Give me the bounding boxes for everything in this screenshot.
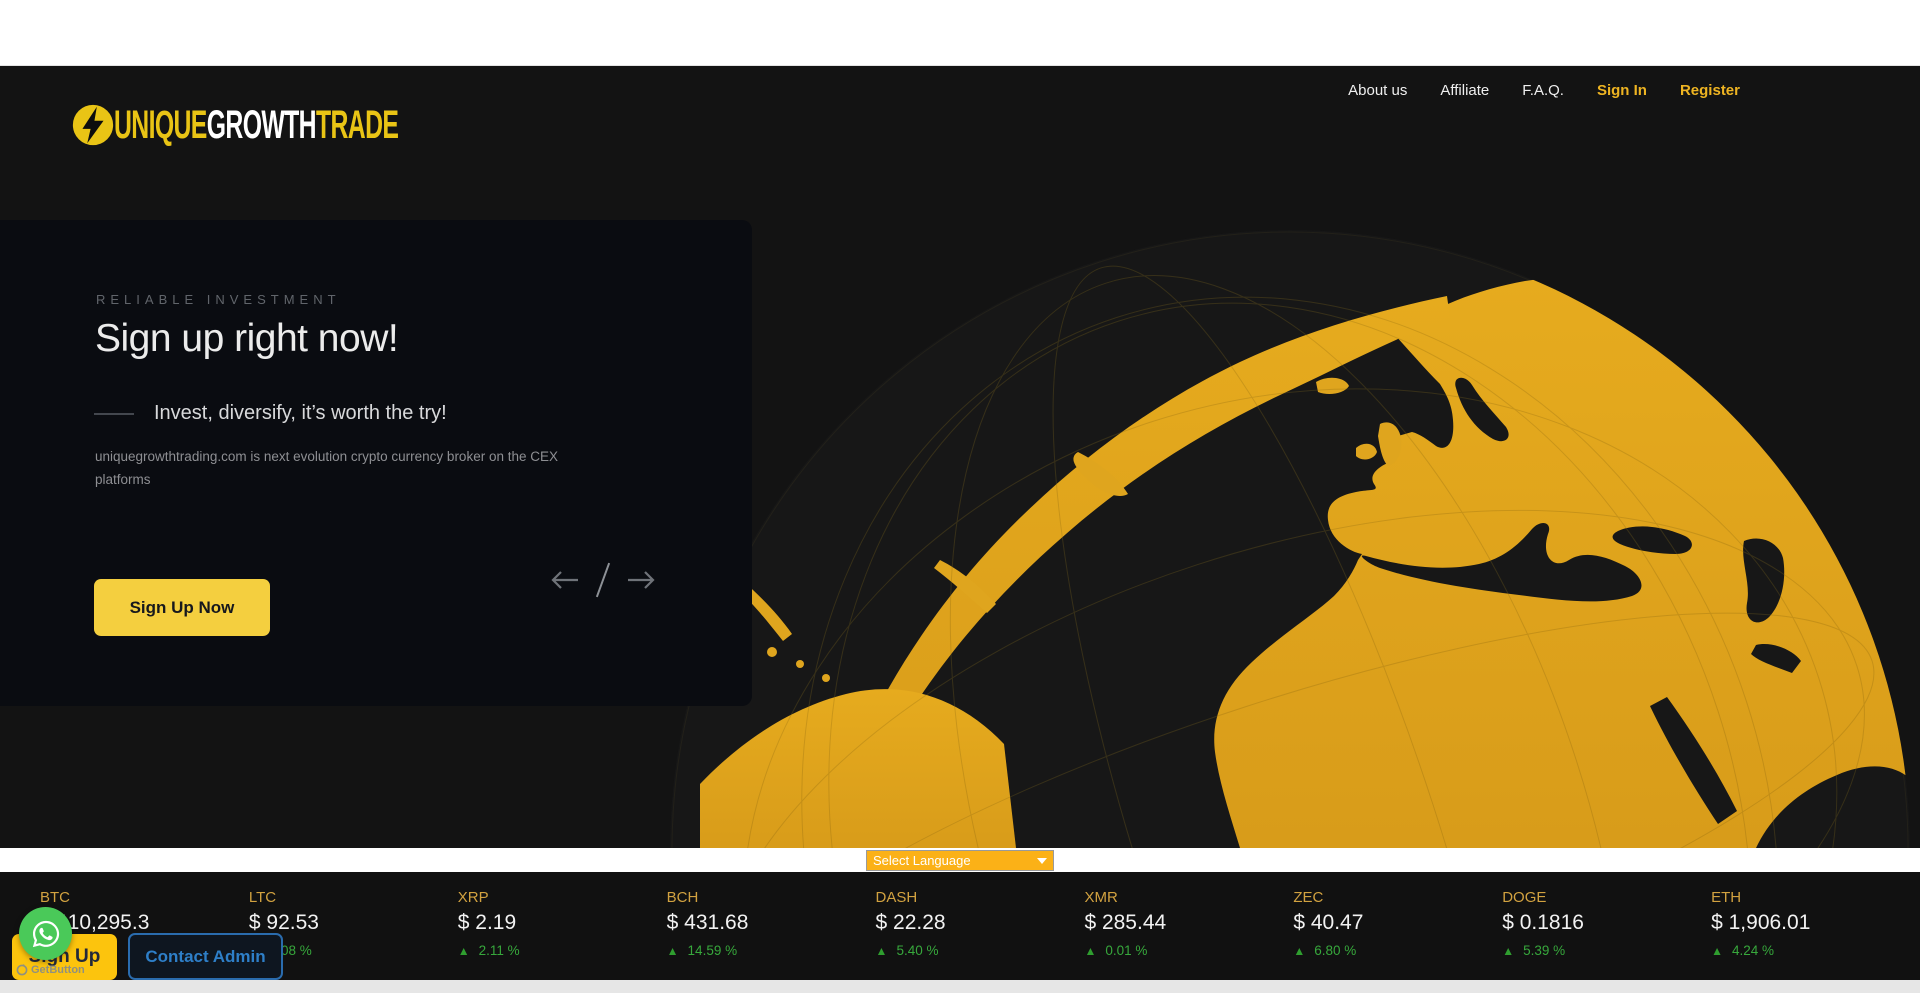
carousel-divider: [596, 563, 610, 598]
coin-change-value: 5.39 %: [1523, 943, 1565, 958]
top-white-bar: [0, 0, 1920, 66]
coin-price: $ 1,906.01: [1711, 911, 1920, 935]
coin-change: ▲ 2.11 %: [458, 943, 667, 958]
nav-register[interactable]: Register: [1680, 82, 1740, 99]
coin-change-value: 14.59 %: [688, 943, 738, 958]
coin-symbol: ETH: [1711, 889, 1920, 906]
coin-symbol: DASH: [876, 889, 1085, 906]
logo-part-growth: GROWTH: [207, 103, 316, 147]
hero-eyebrow: RELIABLE INVESTMENT: [96, 292, 341, 307]
up-arrow-icon: ▲: [876, 944, 888, 958]
logo-part-trade: TRADE: [316, 103, 398, 147]
up-arrow-icon: ▲: [1084, 944, 1096, 958]
up-arrow-icon: ▲: [458, 944, 470, 958]
getbutton-label: GetButton: [31, 964, 85, 976]
logo-bolt-icon: [70, 102, 116, 148]
coin-price: $ 22.28: [876, 911, 1085, 935]
coin-symbol: XRP: [458, 889, 667, 906]
coin-change-value: 4.24 %: [1732, 943, 1774, 958]
up-arrow-icon: ▲: [667, 944, 679, 958]
coin-price: $ 92.53: [249, 911, 458, 935]
coin-change: ▲ 14.59 %: [667, 943, 876, 958]
coin-change-value: 5.40 %: [896, 943, 938, 958]
main-nav: About us Affiliate F.A.Q. Sign In Regist…: [1348, 82, 1740, 99]
up-arrow-icon: ▲: [1293, 944, 1305, 958]
carousel-controls: [550, 562, 656, 598]
hero-title: Sign up right now!: [95, 317, 398, 361]
ticker-coin: ZEC $ 40.47 ▲ 6.80 %: [1293, 872, 1502, 980]
ticker-coin: XRP $ 2.19 ▲ 2.11 %: [458, 872, 667, 980]
coin-symbol: BTC: [40, 889, 249, 906]
getbutton-icon: [16, 964, 28, 976]
ticker-coin: ETH $ 1,906.01 ▲ 4.24 %: [1711, 872, 1920, 980]
coin-change: ▲ 5.40 %: [876, 943, 1085, 958]
coin-price: $ 285.44: [1084, 911, 1293, 935]
hero-slide-card: RELIABLE INVESTMENT Sign up right now! I…: [0, 220, 752, 706]
coin-change-value: 6.80 %: [1314, 943, 1356, 958]
globe-illustration: [660, 230, 1920, 848]
nav-faq[interactable]: F.A.Q.: [1522, 82, 1564, 99]
logo-wordmark: UNIQUEGROWTHTRADE: [114, 103, 398, 148]
ticker-coin: DASH $ 22.28 ▲ 5.40 %: [876, 872, 1085, 980]
hero-subtitle-row: Invest, diversify, it’s worth the try!: [94, 402, 447, 425]
language-select-wrap: Select Language: [866, 850, 1054, 871]
up-arrow-icon: ▲: [1711, 944, 1723, 958]
subtitle-dash: [94, 413, 134, 415]
coin-change: ▲ 4.24 %: [1711, 943, 1920, 958]
bottom-strip: [0, 980, 1920, 993]
coin-change-value: 0.01 %: [1105, 943, 1147, 958]
getbutton-watermark[interactable]: GetButton: [16, 964, 85, 976]
coin-change: ▲ 6.80 %: [1293, 943, 1502, 958]
carousel-prev-icon[interactable]: [550, 569, 580, 591]
coin-symbol: LTC: [249, 889, 458, 906]
hero-description: uniquegrowthtrading.com is next evolutio…: [95, 446, 581, 492]
hero-section: About us Affiliate F.A.Q. Sign In Regist…: [0, 66, 1920, 848]
page: About us Affiliate F.A.Q. Sign In Regist…: [0, 0, 1920, 993]
coin-price: $ 0.1816: [1502, 911, 1711, 935]
coin-symbol: ZEC: [1293, 889, 1502, 906]
whatsapp-chat-button[interactable]: [19, 907, 72, 960]
coin-symbol: BCH: [667, 889, 876, 906]
carousel-next-icon[interactable]: [626, 569, 656, 591]
nav-about-us[interactable]: About us: [1348, 82, 1407, 99]
crypto-ticker: BTC $ 110,295.3 ▲ 1.08 % LTC $ 92.53 ▲ 1…: [0, 872, 1920, 980]
ticker-coin: XMR $ 285.44 ▲ 0.01 %: [1084, 872, 1293, 980]
coin-price: $ 2.19: [458, 911, 667, 935]
site-logo[interactable]: UNIQUEGROWTHTRADE: [70, 102, 573, 148]
nav-affiliate[interactable]: Affiliate: [1440, 82, 1489, 99]
hero-subtitle: Invest, diversify, it’s worth the try!: [154, 402, 447, 425]
coin-change-value: 2.11 %: [479, 943, 520, 958]
coin-price: $ 431.68: [667, 911, 876, 935]
ticker-coin: BCH $ 431.68 ▲ 14.59 %: [667, 872, 876, 980]
coin-change: ▲ 0.01 %: [1084, 943, 1293, 958]
contact-admin-button[interactable]: Contact Admin: [128, 933, 283, 980]
language-select[interactable]: Select Language: [866, 850, 1054, 871]
whatsapp-icon: [31, 919, 61, 949]
ticker-coin: DOGE $ 0.1816 ▲ 5.39 %: [1502, 872, 1711, 980]
coin-symbol: DOGE: [1502, 889, 1711, 906]
up-arrow-icon: ▲: [1502, 944, 1514, 958]
coin-price: $ 40.47: [1293, 911, 1502, 935]
coin-symbol: XMR: [1084, 889, 1293, 906]
language-band: Select Language: [0, 848, 1920, 872]
sign-up-now-button[interactable]: Sign Up Now: [94, 579, 270, 636]
coin-change: ▲ 5.39 %: [1502, 943, 1711, 958]
nav-sign-in[interactable]: Sign In: [1597, 82, 1647, 99]
logo-part-unique: UNIQUE: [114, 103, 207, 147]
